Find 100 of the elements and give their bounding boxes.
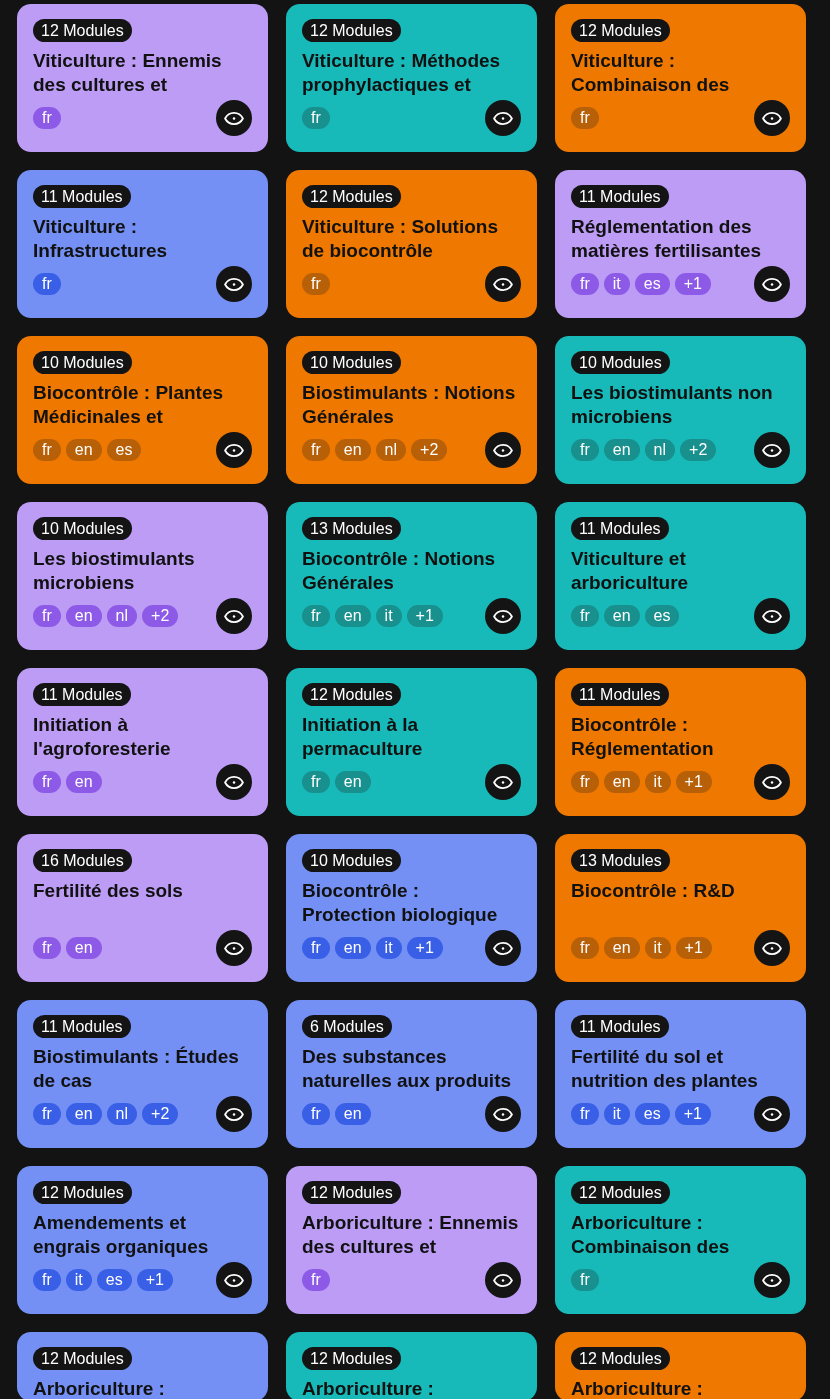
view-button[interactable]: [485, 100, 521, 136]
view-button[interactable]: [216, 930, 252, 966]
language-tag: es: [634, 273, 670, 295]
language-tag: en: [334, 605, 371, 627]
language-tag: en: [334, 771, 371, 793]
module-count-badge: 10 Modules: [302, 351, 401, 374]
language-tag: fr: [302, 937, 330, 959]
eye-icon: [224, 443, 244, 457]
view-button[interactable]: [485, 764, 521, 800]
language-tag: it: [603, 273, 630, 295]
language-tag: fr: [302, 771, 330, 793]
view-button[interactable]: [216, 432, 252, 468]
more-languages-tag: +1: [406, 605, 443, 627]
view-button[interactable]: [216, 764, 252, 800]
course-title: Arboriculture : Ennemis des cultures et: [302, 1211, 519, 1259]
language-tag: it: [375, 605, 402, 627]
course-title: Les biostimulants non microbiens: [571, 381, 773, 429]
module-count-badge: 11 Modules: [571, 185, 669, 208]
view-button[interactable]: [485, 432, 521, 468]
more-languages-tag: +2: [142, 605, 179, 627]
language-tag: nl: [644, 439, 676, 461]
module-count-badge: 12 Modules: [302, 1181, 401, 1204]
view-button[interactable]: [754, 1262, 790, 1298]
course-title: Viticulture : Ennemis des cultures et: [33, 49, 222, 97]
view-button[interactable]: [216, 100, 252, 136]
language-tag: fr: [302, 273, 330, 295]
eye-icon: [493, 609, 513, 623]
more-languages-tag: +1: [675, 937, 712, 959]
language-tag: fr: [33, 1103, 61, 1125]
language-tag: en: [603, 605, 640, 627]
module-count-badge: 10 Modules: [571, 351, 670, 374]
language-tag: en: [65, 1103, 102, 1125]
course-title: Viticulture et arboriculture: [571, 547, 689, 595]
eye-icon: [224, 111, 244, 125]
view-button[interactable]: [754, 100, 790, 136]
view-button[interactable]: [754, 598, 790, 634]
eye-icon: [762, 277, 782, 291]
language-tag: en: [334, 1103, 371, 1125]
language-tag: it: [644, 937, 671, 959]
module-count-badge: 13 Modules: [571, 849, 670, 872]
view-button[interactable]: [754, 432, 790, 468]
view-button[interactable]: [485, 1262, 521, 1298]
language-tag: it: [65, 1269, 92, 1291]
view-button[interactable]: [216, 1096, 252, 1132]
course-title: Des substances naturelles aux produits: [302, 1045, 512, 1093]
view-button[interactable]: [216, 266, 252, 302]
module-count-badge: 12 Modules: [33, 1347, 132, 1370]
eye-icon: [493, 775, 513, 789]
language-tag: fr: [33, 107, 61, 129]
eye-icon: [493, 1273, 513, 1287]
language-tag: fr: [571, 273, 599, 295]
language-tag: fr: [571, 605, 599, 627]
view-button[interactable]: [485, 266, 521, 302]
course-title: Biocontrôle : R&D: [571, 879, 735, 903]
language-tag: es: [644, 605, 680, 627]
view-button[interactable]: [216, 598, 252, 634]
language-tag: en: [603, 771, 640, 793]
language-tag: en: [65, 605, 102, 627]
module-count-badge: 6 Modules: [302, 1015, 392, 1038]
course-title: Biocontrôle : Réglementation: [571, 713, 714, 761]
view-button[interactable]: [216, 1262, 252, 1298]
eye-icon: [224, 941, 244, 955]
language-tag: fr: [302, 1269, 330, 1291]
language-tag: fr: [33, 937, 61, 959]
view-button[interactable]: [754, 1096, 790, 1132]
language-tag: fr: [571, 1269, 599, 1291]
language-tag: en: [603, 937, 640, 959]
language-tag: fr: [33, 1269, 61, 1291]
more-languages-tag: +2: [142, 1103, 179, 1125]
module-count-badge: 10 Modules: [302, 849, 401, 872]
language-tag: fr: [571, 1103, 599, 1125]
course-title: Arboriculture : Combinaison des: [571, 1211, 730, 1259]
course-title: Initiation à l'agroforesterie: [33, 713, 171, 761]
more-languages-tag: +1: [674, 273, 711, 295]
module-count-badge: 10 Modules: [33, 351, 132, 374]
language-tag: en: [334, 937, 371, 959]
view-button[interactable]: [485, 930, 521, 966]
view-button[interactable]: [485, 1096, 521, 1132]
view-button[interactable]: [754, 930, 790, 966]
view-button[interactable]: [754, 764, 790, 800]
eye-icon: [224, 277, 244, 291]
language-tag: en: [65, 937, 102, 959]
module-count-badge: 11 Modules: [33, 1015, 131, 1038]
eye-icon: [762, 609, 782, 623]
language-tag: es: [96, 1269, 132, 1291]
course-title: Biostimulants : Études de cas: [33, 1045, 239, 1093]
course-title: Réglementation des matières fertilisantes: [571, 215, 762, 263]
course-title: Viticulture : Solutions de biocontrôle: [302, 215, 498, 263]
language-tag: fr: [33, 605, 61, 627]
module-count-badge: 11 Modules: [33, 185, 131, 208]
view-button[interactable]: [485, 598, 521, 634]
language-tag: en: [603, 439, 640, 461]
language-tag: fr: [33, 273, 61, 295]
module-count-badge: 12 Modules: [571, 1347, 670, 1370]
course-title: Fertilité du sol et nutrition des plantes: [571, 1045, 758, 1093]
more-languages-tag: +1: [136, 1269, 173, 1291]
view-button[interactable]: [754, 266, 790, 302]
course-title: Fertilité des sols: [33, 879, 183, 903]
module-count-badge: 16 Modules: [33, 849, 132, 872]
more-languages-tag: +2: [411, 439, 448, 461]
